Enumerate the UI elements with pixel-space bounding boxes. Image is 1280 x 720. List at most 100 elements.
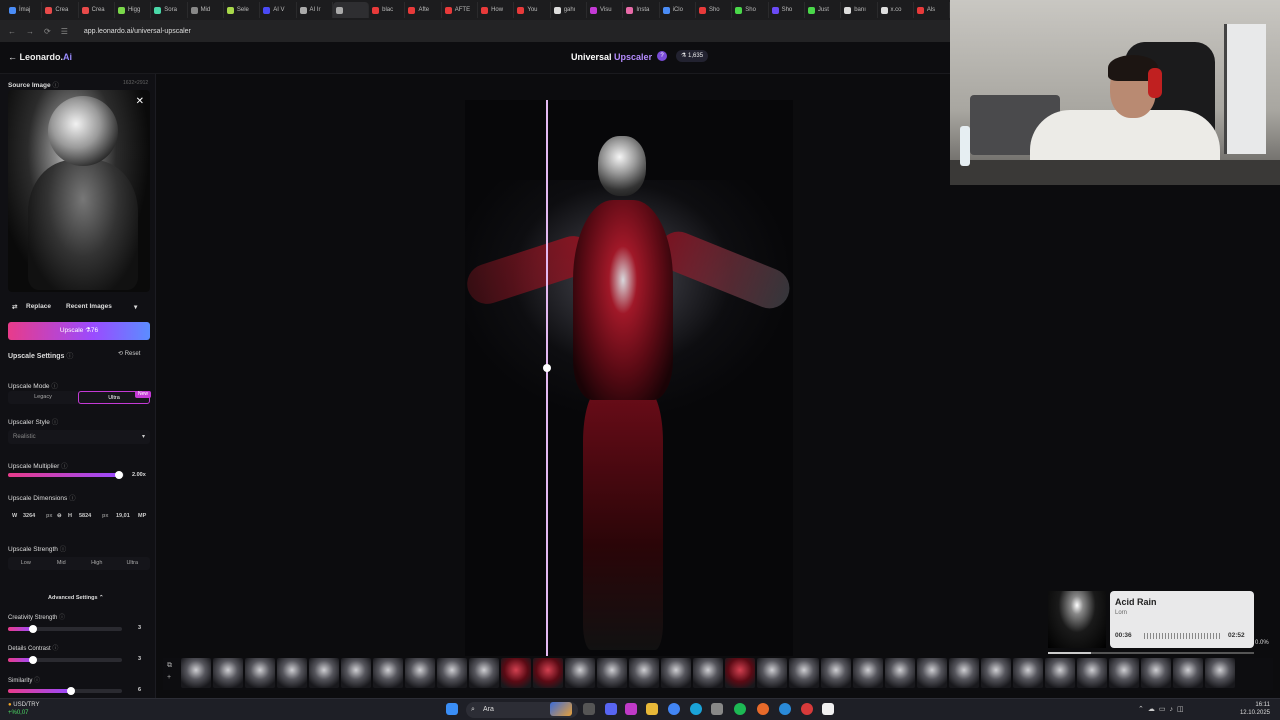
recent-image-thumbnail[interactable] — [1205, 658, 1235, 688]
recent-image-thumbnail[interactable] — [501, 658, 531, 688]
recent-image-thumbnail[interactable] — [1045, 658, 1075, 688]
close-icon[interactable]: ✕ — [136, 96, 144, 107]
taskview-icon[interactable] — [583, 703, 595, 715]
browser-tab[interactable]: You — [514, 2, 551, 18]
upscale-comparison-canvas[interactable] — [465, 100, 793, 656]
browser-tab[interactable]: Visu — [587, 2, 624, 18]
recent-image-thumbnail[interactable] — [981, 658, 1011, 688]
recent-image-thumbnail[interactable] — [789, 658, 819, 688]
browser-tab[interactable]: x.co — [878, 2, 914, 18]
strength-high[interactable]: High — [79, 557, 115, 570]
app-icon[interactable] — [625, 703, 637, 715]
recent-image-thumbnail[interactable] — [341, 658, 371, 688]
recent-image-thumbnail[interactable] — [405, 658, 435, 688]
browser2-icon[interactable] — [779, 703, 791, 715]
strength-ultra[interactable]: Ultra — [115, 557, 151, 570]
details-slider[interactable] — [8, 656, 122, 664]
strength-low[interactable]: Low — [8, 557, 44, 570]
recent-image-thumbnail[interactable] — [245, 658, 275, 688]
browser-tab[interactable]: banı — [841, 2, 878, 18]
currency-widget[interactable]: ● USD/TRY +%0,07 — [8, 701, 40, 717]
browser-tab[interactable]: Sora — [151, 2, 188, 18]
recent-image-thumbnail[interactable] — [757, 658, 787, 688]
url-text[interactable]: app.leonardo.ai/universal-upscaler — [84, 28, 191, 35]
recent-image-thumbnail[interactable] — [1077, 658, 1107, 688]
recent-image-thumbnail[interactable] — [213, 658, 243, 688]
back-arrow-icon[interactable]: ← — [8, 52, 17, 62]
recent-image-thumbnail[interactable] — [917, 658, 947, 688]
browser-tab[interactable]: Mid — [188, 2, 224, 18]
comparison-divider[interactable] — [546, 100, 548, 656]
height-field[interactable]: 5824 — [79, 513, 91, 519]
recent-image-thumbnail[interactable] — [949, 658, 979, 688]
discord-icon[interactable] — [605, 703, 617, 715]
recent-image-thumbnail[interactable] — [853, 658, 883, 688]
browser-tab[interactable]: Afte — [405, 2, 442, 18]
add-icon[interactable]: + — [167, 672, 172, 684]
recent-image-thumbnail[interactable] — [373, 658, 403, 688]
waveform[interactable] — [1144, 633, 1220, 639]
recent-image-thumbnail[interactable] — [533, 658, 563, 688]
leonardo-logo[interactable]: ← Leonardo.Ai — [8, 52, 72, 62]
upscale-button[interactable]: Upscale ⚗76 — [8, 322, 150, 340]
reload-icon[interactable]: ⟳ — [44, 27, 51, 36]
recent-image-thumbnail[interactable] — [821, 658, 851, 688]
browser-tab[interactable]: Sho — [732, 2, 769, 18]
browser-tab[interactable]: How — [478, 2, 515, 18]
comparison-handle[interactable] — [543, 364, 551, 372]
album-art[interactable] — [1048, 591, 1106, 648]
recent-image-thumbnail[interactable] — [181, 658, 211, 688]
browser-tab[interactable]: Sele — [224, 2, 261, 18]
browser-tab[interactable]: iClo — [660, 2, 696, 18]
browser-tab[interactable]: Insta — [623, 2, 660, 18]
help-icon[interactable]: ? — [657, 51, 667, 61]
slider-handle[interactable] — [29, 625, 38, 633]
creativity-slider[interactable] — [8, 625, 122, 633]
mode-legacy[interactable]: Legacy — [8, 391, 78, 404]
recent-image-thumbnail[interactable] — [277, 658, 307, 688]
browser-tab[interactable]: Als — [914, 2, 951, 18]
multiplier-slider[interactable] — [8, 471, 124, 479]
recent-image-thumbnail[interactable] — [1013, 658, 1043, 688]
replace-button[interactable]: Replace — [26, 303, 51, 310]
spotify-icon[interactable] — [734, 703, 746, 715]
browser-tab[interactable]: Sho — [696, 2, 733, 18]
back-icon[interactable]: ← — [8, 27, 16, 36]
folder-icon[interactable] — [646, 703, 658, 715]
clock[interactable]: 16:11 12.10.2025 — [1240, 701, 1270, 717]
recent-image-thumbnail[interactable] — [1173, 658, 1203, 688]
track-progress[interactable] — [1048, 652, 1254, 654]
strength-mid[interactable]: Mid — [44, 557, 80, 570]
widget-image[interactable] — [550, 702, 572, 716]
store-icon[interactable] — [711, 703, 723, 715]
recent-image-thumbnail[interactable] — [693, 658, 723, 688]
recent-image-thumbnail[interactable] — [629, 658, 659, 688]
system-tray[interactable]: ⌃☁▭♪◫ — [1138, 705, 1188, 713]
source-image-preview[interactable]: ✕ — [8, 90, 150, 292]
browser-tab[interactable]: Just — [805, 2, 842, 18]
browser-tab[interactable]: Sho — [769, 2, 805, 18]
recent-image-thumbnail[interactable] — [469, 658, 499, 688]
recent-images-button[interactable]: Recent Images — [66, 303, 112, 310]
forward-icon[interactable]: → — [26, 27, 34, 36]
edge-icon[interactable] — [690, 703, 702, 715]
browser-tab[interactable]: Crea — [79, 2, 115, 18]
browser-tab[interactable]: blac — [369, 2, 406, 18]
reset-button[interactable]: ⟲ Reset — [118, 350, 140, 357]
width-field[interactable]: 3264 — [23, 513, 35, 519]
app2-icon[interactable] — [801, 703, 813, 715]
recent-image-thumbnail[interactable] — [309, 658, 339, 688]
recent-image-thumbnail[interactable] — [1109, 658, 1139, 688]
site-info-icon[interactable]: ☰ — [61, 27, 68, 36]
recent-image-thumbnail[interactable] — [565, 658, 595, 688]
browser-tab[interactable]: Crea — [42, 2, 79, 18]
start-icon[interactable] — [446, 703, 458, 715]
browser-tab[interactable]: Higg — [115, 2, 152, 18]
chevron-down-icon[interactable]: ▾ — [134, 303, 137, 311]
recent-image-thumbnail[interactable] — [1141, 658, 1171, 688]
browser-icon[interactable] — [757, 703, 769, 715]
similarity-slider[interactable] — [8, 687, 122, 695]
app3-icon[interactable] — [822, 703, 834, 715]
link-icon[interactable]: ⊖ — [57, 513, 62, 519]
upscaler-style-select[interactable]: Realistic ▾ — [8, 430, 150, 444]
